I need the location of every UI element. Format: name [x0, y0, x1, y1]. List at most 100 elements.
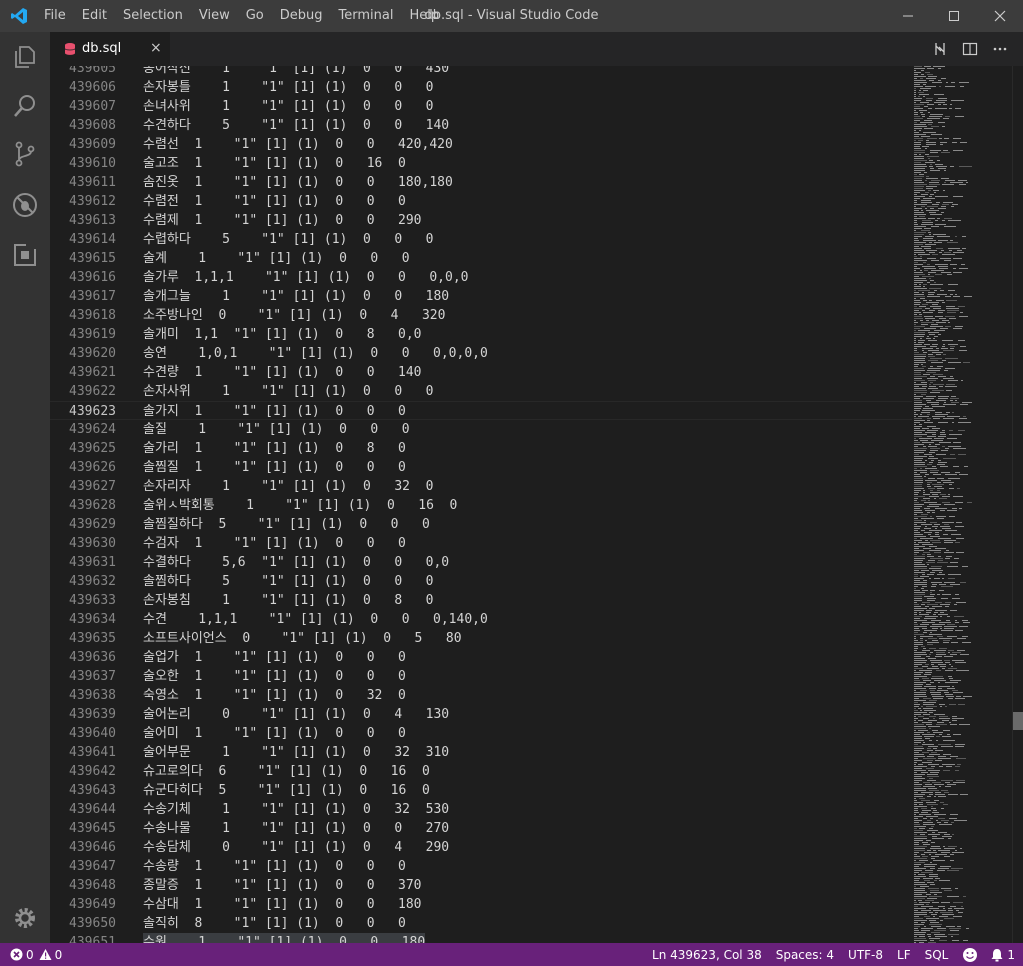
menu-go[interactable]: Go	[238, 0, 272, 32]
activity-bar	[0, 32, 50, 943]
close-window-button[interactable]	[977, 0, 1023, 32]
code-line[interactable]: 439617 솔개그늘 1 "1" [1] (1) 0 0 180	[50, 287, 912, 306]
code-line[interactable]: 439615 술계 1 "1" [1] (1) 0 0 0	[50, 249, 912, 268]
code-line[interactable]: 439638 숙영소 1 "1" [1] (1) 0 32 0	[50, 686, 912, 705]
encoding-setting[interactable]: UTF-8	[848, 948, 883, 962]
open-changes-button[interactable]	[925, 32, 955, 66]
menu-view[interactable]: View	[191, 0, 238, 32]
line-number: 439634	[69, 612, 116, 627]
cursor-position[interactable]: Ln 439623, Col 38	[652, 948, 762, 962]
menu-help[interactable]: Help	[401, 0, 447, 32]
code-line[interactable]: 439644 수송기체 1 "1" [1] (1) 0 32 530	[50, 800, 912, 819]
code-line[interactable]: 439634 수견 1,1,1 "1" [1] (1) 0 0 0,140,0	[50, 610, 912, 629]
line-text: 솔개미 1,1 "1" [1] (1) 0 8 0,0	[143, 327, 422, 342]
maximize-button[interactable]	[931, 0, 977, 32]
code-line[interactable]: 439637 술오한 1 "1" [1] (1) 0 0 0	[50, 667, 912, 686]
line-number: 439641	[69, 745, 116, 760]
minimap[interactable]	[912, 66, 1012, 943]
code-line[interactable]: 439627 손자리자 1 "1" [1] (1) 0 32 0	[50, 477, 912, 496]
explorer-icon[interactable]	[11, 42, 39, 70]
source-control-icon[interactable]	[11, 140, 39, 168]
code-lines[interactable]: 439605 송어작신 1 "1" [1] (1) 0 0 430 439606 손자…	[50, 66, 912, 943]
code-line[interactable]: 439629 솔찜질하다 5 "1" [1] (1) 0 0 0	[50, 515, 912, 534]
code-line[interactable]: 439632 솔찜하다 5 "1" [1] (1) 0 0 0	[50, 572, 912, 591]
minimize-button[interactable]	[885, 0, 931, 32]
code-line[interactable]: 439630 수검자 1 "1" [1] (1) 0 0 0	[50, 534, 912, 553]
code-line[interactable]: 439618 소주방나인 0 "1" [1] (1) 0 4 320	[50, 306, 912, 325]
code-line[interactable]: 439651 수원 1 "1" [1] (1) 0 0 180	[50, 933, 912, 943]
indentation-setting[interactable]: Spaces: 4	[776, 948, 834, 962]
settings-gear-icon[interactable]	[11, 904, 39, 932]
line-text: 술업가 1 "1" [1] (1) 0 0 0	[143, 650, 406, 665]
code-line[interactable]: 439621 수견량 1 "1" [1] (1) 0 0 140	[50, 363, 912, 382]
code-line[interactable]: 439606 손자봉틀 1 "1" [1] (1) 0 0 0	[50, 78, 912, 97]
code-line[interactable]: 439608 수견하다 5 "1" [1] (1) 0 0 140	[50, 116, 912, 135]
line-number: 439637	[69, 669, 116, 684]
menu-debug[interactable]: Debug	[272, 0, 331, 32]
code-line[interactable]: 439612 수렴전 1 "1" [1] (1) 0 0 0	[50, 192, 912, 211]
code-line[interactable]: 439649 수삼대 1 "1" [1] (1) 0 0 180	[50, 895, 912, 914]
minimize-icon	[903, 15, 913, 17]
code-line[interactable]: 439628 술위ㅅ박회통 1 "1" [1] (1) 0 16 0	[50, 496, 912, 515]
code-line[interactable]: 439631 수결하다 5,6 "1" [1] (1) 0 0 0,0	[50, 553, 912, 572]
problems-indicator[interactable]: 0 0	[10, 943, 62, 966]
status-bar: 0 0 Ln 439623, Col 38 Spaces: 4 UTF-8 LF…	[0, 943, 1023, 966]
code-line[interactable]: 439633 손자봉침 1 "1" [1] (1) 0 8 0	[50, 591, 912, 610]
warning-icon	[39, 949, 52, 960]
vertical-scrollbar[interactable]	[1012, 66, 1023, 943]
code-line[interactable]: 439626 솔찜질 1 "1" [1] (1) 0 0 0	[50, 458, 912, 477]
line-number: 439616	[69, 270, 116, 285]
code-line[interactable]: 439648 종말증 1 "1" [1] (1) 0 0 370	[50, 876, 912, 895]
notifications-bell-icon[interactable]	[990, 948, 1004, 962]
code-line[interactable]: 439640 술어미 1 "1" [1] (1) 0 0 0	[50, 724, 912, 743]
line-text: 솔질 1 "1" [1] (1) 0 0 0	[143, 422, 410, 437]
menu-terminal[interactable]: Terminal	[331, 0, 402, 32]
code-line[interactable]: 439622 손자사위 1 "1" [1] (1) 0 0 0	[50, 382, 912, 401]
feedback-smiley-icon[interactable]	[962, 947, 978, 963]
code-line[interactable]: 439607 손녀사위 1 "1" [1] (1) 0 0 0	[50, 97, 912, 116]
code-line[interactable]: 439624 솔질 1 "1" [1] (1) 0 0 0	[50, 420, 912, 439]
code-line[interactable]: 439642 슈고로의다 6 "1" [1] (1) 0 16 0	[50, 762, 912, 781]
code-line[interactable]: 439625 술가리 1 "1" [1] (1) 0 8 0	[50, 439, 912, 458]
tab-db-sql[interactable]: db.sql ×	[50, 32, 170, 66]
code-line[interactable]: 439611 솜진옷 1 "1" [1] (1) 0 0 180,180	[50, 173, 912, 192]
code-line[interactable]: 439647 수송량 1 "1" [1] (1) 0 0 0	[50, 857, 912, 876]
code-line[interactable]: 439646 수송담체 0 "1" [1] (1) 0 4 290	[50, 838, 912, 857]
code-line[interactable]: 439619 솔개미 1,1 "1" [1] (1) 0 8 0,0	[50, 325, 912, 344]
extensions-icon[interactable]	[11, 241, 39, 269]
editor-pane[interactable]: 439605 송어작신 1 "1" [1] (1) 0 0 430 439606 손자…	[50, 66, 912, 943]
line-number: 439647	[69, 859, 116, 874]
line-text: 솜진옷 1 "1" [1] (1) 0 0 180,180	[143, 175, 453, 190]
code-line[interactable]: 439643 슈군다히다 5 "1" [1] (1) 0 16 0	[50, 781, 912, 800]
code-line[interactable]: 439620 송연 1,0,1 "1" [1] (1) 0 0 0,0,0,0	[50, 344, 912, 363]
search-icon[interactable]	[11, 92, 39, 120]
line-number: 439621	[69, 365, 116, 380]
menu-edit[interactable]: Edit	[74, 0, 115, 32]
debug-icon[interactable]	[11, 191, 39, 219]
code-line[interactable]: 439609 수렴선 1 "1" [1] (1) 0 0 420,420	[50, 135, 912, 154]
code-line[interactable]: 439639 술어논리 0 "1" [1] (1) 0 4 130	[50, 705, 912, 724]
code-line[interactable]: 439610 술고조 1 "1" [1] (1) 0 16 0	[50, 154, 912, 173]
line-number: 439613	[69, 213, 116, 228]
code-line[interactable]: 439616 솔가루 1,1,1 "1" [1] (1) 0 0 0,0,0	[50, 268, 912, 287]
menu-file[interactable]: File	[36, 0, 74, 32]
code-line[interactable]: 439605 송어작신 1 "1" [1] (1) 0 0 430	[50, 66, 912, 78]
line-text: 솔찜질 1 "1" [1] (1) 0 0 0	[143, 460, 406, 475]
split-editor-button[interactable]	[955, 32, 985, 66]
more-actions-button[interactable]	[985, 32, 1015, 66]
code-line[interactable]: 439641 술어부문 1 "1" [1] (1) 0 32 310	[50, 743, 912, 762]
tab-close-button[interactable]: ×	[150, 40, 162, 56]
code-line[interactable]: 439636 술업가 1 "1" [1] (1) 0 0 0	[50, 648, 912, 667]
notification-count: 1	[1007, 947, 1015, 962]
code-line[interactable]: 439650 솔직히 8 "1" [1] (1) 0 0 0	[50, 914, 912, 933]
code-line[interactable]: 439623 솔가지 1 "1" [1] (1) 0 0 0	[50, 401, 912, 420]
line-text: 손자봉침 1 "1" [1] (1) 0 8 0	[143, 593, 434, 608]
language-mode[interactable]: SQL	[925, 948, 949, 962]
menu-selection[interactable]: Selection	[115, 0, 191, 32]
code-line[interactable]: 439645 수송나물 1 "1" [1] (1) 0 0 270	[50, 819, 912, 838]
code-line[interactable]: 439635 소프트사이언스 0 "1" [1] (1) 0 5 80	[50, 629, 912, 648]
scrollbar-thumb[interactable]	[1013, 712, 1023, 730]
eol-setting[interactable]: LF	[897, 948, 911, 962]
code-line[interactable]: 439614 수렵하다 5 "1" [1] (1) 0 0 0	[50, 230, 912, 249]
code-line[interactable]: 439613 수렴제 1 "1" [1] (1) 0 0 290	[50, 211, 912, 230]
